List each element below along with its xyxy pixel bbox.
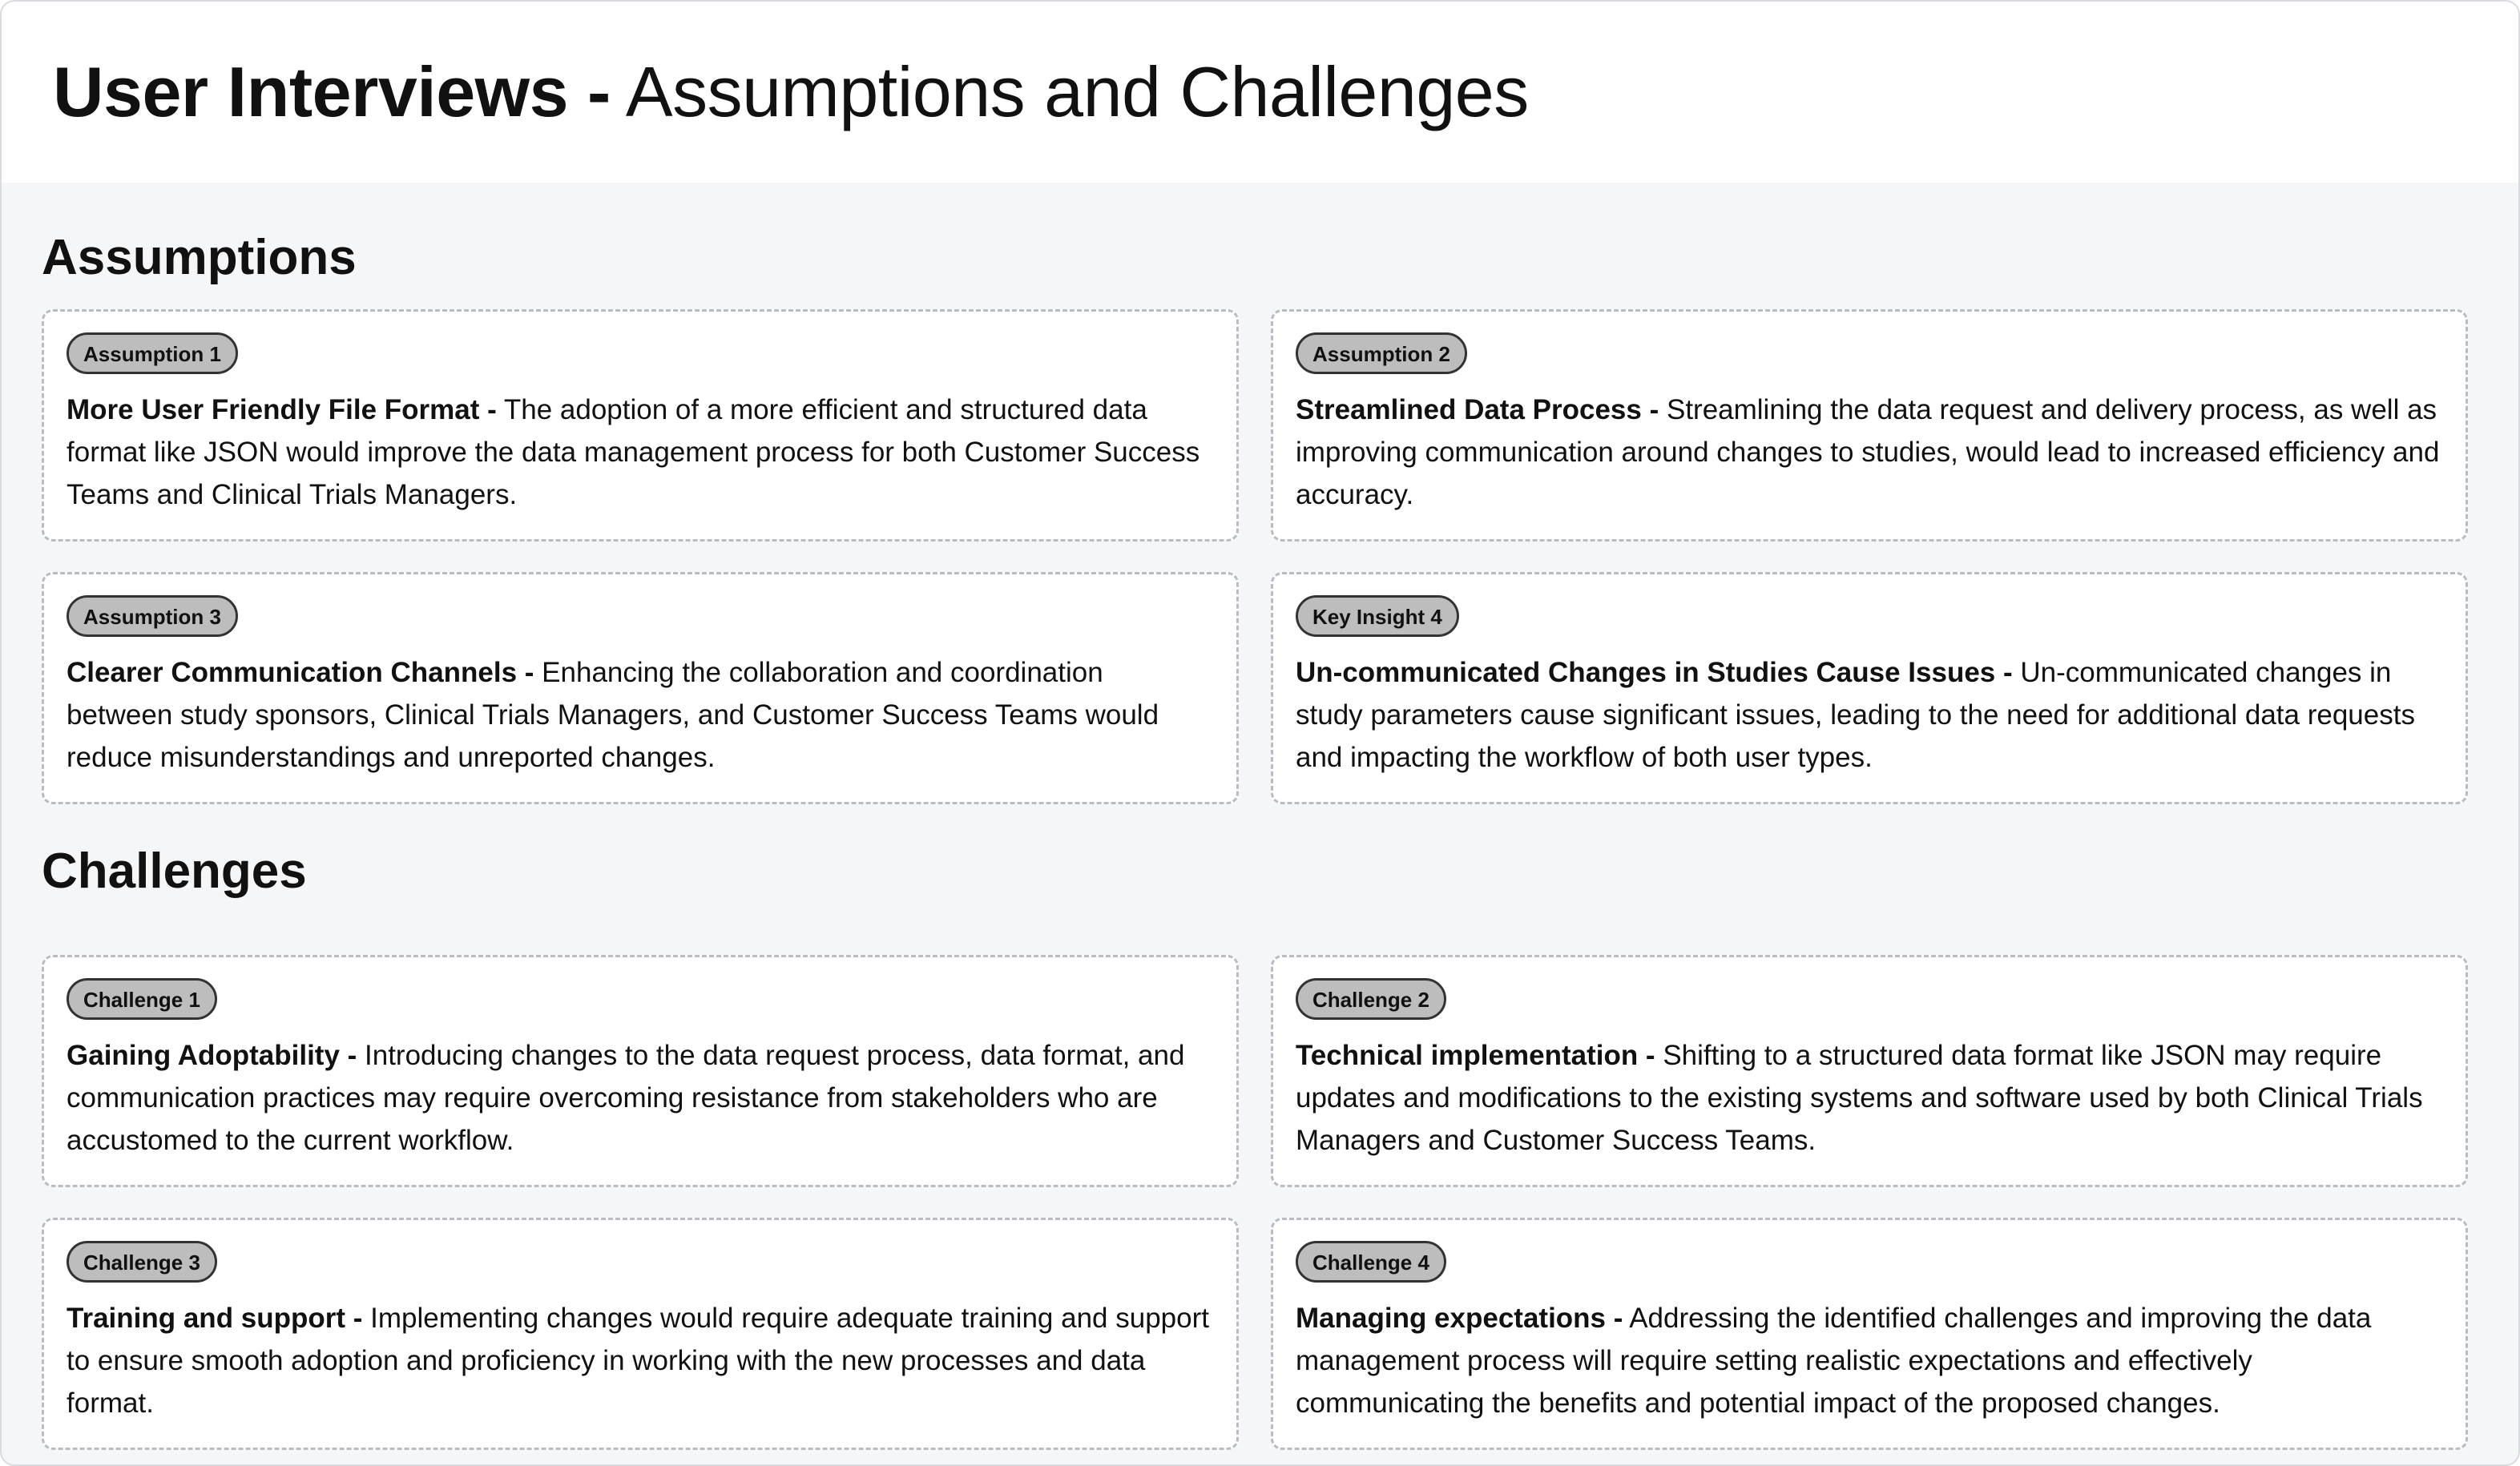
assumption-body-3: Clearer Communication Channels - Enhanci… — [67, 651, 1212, 779]
key-insight-body-4: Un-communicated Changes in Studies Cause… — [1296, 651, 2441, 779]
challenge-heading-2: Technical implementation - — [1296, 1040, 1655, 1071]
document-frame: User Interviews - Assumptions and Challe… — [0, 0, 2520, 1466]
assumption-body-2: Streamlined Data Process - Streamlining … — [1296, 389, 2441, 516]
challenge-body-2: Technical implementation - Shifting to a… — [1296, 1034, 2441, 1162]
challenge-badge-2: Challenge 2 — [1296, 978, 1446, 1020]
assumption-badge-3: Assumption 3 — [67, 595, 238, 637]
challenge-badge-3: Challenge 3 — [67, 1241, 217, 1283]
assumption-badge-1: Assumption 1 — [67, 332, 238, 374]
assumption-body-1: More User Friendly File Format - The ado… — [67, 389, 1212, 516]
challenge-card-4: Challenge 4 Managing expectations - Addr… — [1271, 1218, 2468, 1450]
assumption-heading-2: Streamlined Data Process - — [1296, 394, 1659, 425]
challenge-card-2: Challenge 2 Technical implementation - S… — [1271, 955, 2468, 1187]
challenge-body-1: Gaining Adoptability - Introducing chang… — [67, 1034, 1212, 1162]
key-insight-heading-4: Un-communicated Changes in Studies Cause… — [1296, 657, 2013, 688]
challenge-card-3: Challenge 3 Training and support - Imple… — [42, 1218, 1239, 1450]
page-header: User Interviews - Assumptions and Challe… — [2, 2, 2518, 183]
assumption-heading-1: More User Friendly File Format - — [67, 394, 497, 425]
challenges-section: Challenges Challenge 1 Gaining Adoptabil… — [42, 835, 2478, 1450]
assumption-badge-2: Assumption 2 — [1296, 332, 1467, 374]
assumption-heading-3: Clearer Communication Channels - — [67, 657, 534, 688]
assumptions-section-title: Assumptions — [42, 230, 357, 285]
challenge-body-3: Training and support - Implementing chan… — [67, 1297, 1212, 1424]
challenge-badge-4: Challenge 4 — [1296, 1241, 1446, 1283]
challenges-grid: Challenge 1 Gaining Adoptability - Intro… — [42, 955, 2478, 1450]
challenge-heading-3: Training and support - — [67, 1303, 363, 1334]
page-title: User Interviews - Assumptions and Challe… — [53, 51, 1529, 133]
assumption-card-3: Assumption 3 Clearer Communication Chann… — [42, 572, 1239, 804]
assumptions-grid: Assumption 1 More User Friendly File For… — [42, 309, 2478, 804]
key-insight-badge-4: Key Insight 4 — [1296, 595, 1459, 637]
assumptions-section: Assumptions Assumption 1 More User Frien… — [42, 221, 2478, 804]
assumption-card-2: Assumption 2 Streamlined Data Process - … — [1271, 309, 2468, 542]
challenge-body-4: Managing expectations - Addressing the i… — [1296, 1297, 2441, 1424]
challenge-badge-1: Challenge 1 — [67, 978, 217, 1020]
challenges-section-title: Challenges — [42, 844, 307, 899]
challenge-card-1: Challenge 1 Gaining Adoptability - Intro… — [42, 955, 1239, 1187]
key-insight-card-4: Key Insight 4 Un-communicated Changes in… — [1271, 572, 2468, 804]
challenge-heading-4: Managing expectations - — [1296, 1303, 1623, 1334]
page-title-regular: Assumptions and Challenges — [610, 52, 1529, 131]
assumption-card-1: Assumption 1 More User Friendly File For… — [42, 309, 1239, 542]
page-title-bold: User Interviews - — [53, 52, 611, 131]
page-content: Assumptions Assumption 1 More User Frien… — [2, 183, 2518, 1450]
challenge-heading-1: Gaining Adoptability - — [67, 1040, 357, 1071]
